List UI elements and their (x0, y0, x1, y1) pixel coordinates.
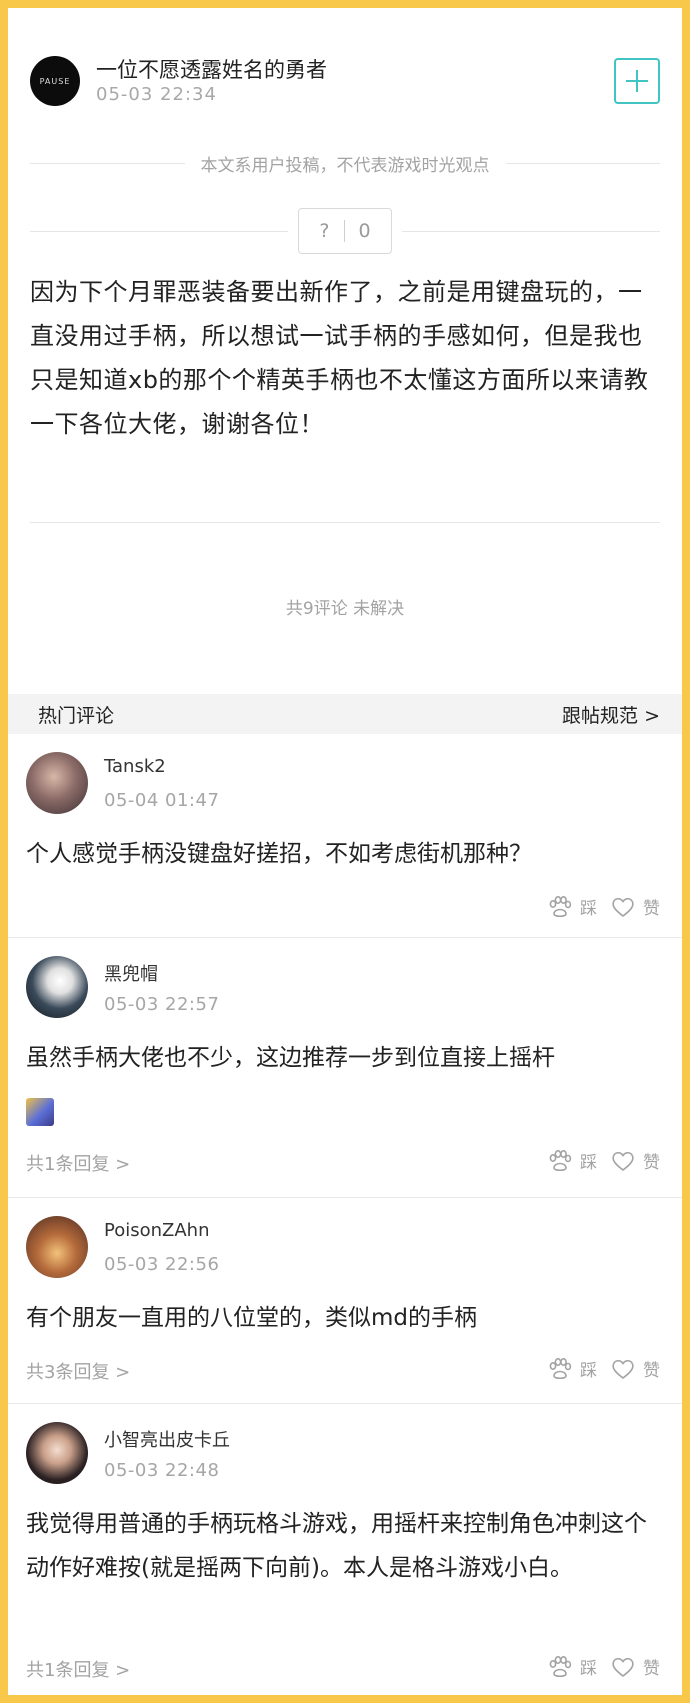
comment-time: 05-04 01:47 (104, 790, 220, 811)
like-label: 赞 (643, 899, 660, 919)
comment-item: 小智亮出皮卡丘 05-03 22:48 我觉得用普通的手柄玩格斗游戏，用摇杆来控… (8, 1404, 682, 1695)
commenter-name[interactable]: Tansk2 (104, 756, 166, 777)
paw-icon (549, 1357, 572, 1379)
replies-link[interactable]: 共1条回复 > (26, 1150, 130, 1176)
comment-footer: 共1条回复 > 踩 赞 (26, 1148, 660, 1178)
comment-time: 05-03 22:48 (104, 1460, 220, 1481)
heart-icon (612, 1151, 634, 1171)
comment-time: 05-03 22:57 (104, 994, 220, 1015)
comment-time: 05-03 22:56 (104, 1254, 220, 1275)
comment-actions: 踩 赞 (534, 1148, 660, 1173)
divider (30, 522, 660, 523)
tread-label: 踩 (580, 1659, 597, 1679)
paw-icon (549, 1149, 572, 1171)
tread-button[interactable]: 踩 (548, 1148, 597, 1173)
tread-label: 踩 (580, 1153, 597, 1173)
like-label: 赞 (643, 1659, 660, 1679)
heart-icon (612, 897, 634, 917)
post-header: PAUSE 一位不愿透露姓名的勇者 05-03 22:34 (30, 46, 660, 116)
vote-count: 0 (358, 220, 371, 242)
comment-actions: 踩 赞 (534, 1356, 660, 1381)
comment-text: 虽然手柄大佬也不少，这边推荐一步到位直接上摇杆 (26, 1045, 555, 1071)
posting-rules-link[interactable]: 跟帖规范 > (562, 701, 660, 728)
comment-text: 个人感觉手柄没键盘好搓招，不如考虑街机那种？ (26, 841, 532, 867)
commenter-avatar[interactable] (26, 1422, 88, 1484)
commenter-avatar[interactable] (26, 1216, 88, 1278)
author-name[interactable]: 一位不愿透露姓名的勇者 (96, 54, 327, 84)
follow-button[interactable] (614, 58, 660, 104)
like-button[interactable]: 赞 (611, 1356, 660, 1381)
disclaimer: 本文系用户投稿，不代表游戏时光观点 (30, 148, 660, 178)
like-button[interactable]: 赞 (611, 894, 660, 919)
commenter-name[interactable]: 小智亮出皮卡丘 (104, 1426, 230, 1452)
heart-icon (612, 1657, 634, 1677)
plus-icon (626, 70, 648, 92)
like-label: 赞 (643, 1153, 660, 1173)
tread-label: 踩 (580, 899, 597, 919)
replies-link[interactable]: 共1条回复 > (26, 1656, 130, 1682)
commenter-name[interactable]: 黑兜帽 (104, 960, 158, 986)
like-label: 赞 (643, 1361, 660, 1381)
tread-button[interactable]: 踩 (548, 894, 597, 919)
vote-separator (343, 220, 345, 242)
comment-summary: 共9评论 未解决 (285, 599, 405, 619)
replies-link[interactable]: 共3条回复 > (26, 1358, 130, 1384)
paw-icon (549, 895, 572, 917)
emoji-sticker (26, 1098, 54, 1126)
tread-label: 踩 (580, 1361, 597, 1381)
author-avatar[interactable]: PAUSE (30, 56, 80, 106)
heart-icon (612, 1359, 634, 1379)
comment-item: PoisonZAhn 05-03 22:56 有个朋友一直用的八位堂的，类似md… (8, 1198, 682, 1404)
tread-button[interactable]: 踩 (548, 1654, 597, 1679)
comment-text: 有个朋友一直用的八位堂的，类似md的手柄 (26, 1305, 478, 1331)
like-button[interactable]: 赞 (611, 1654, 660, 1679)
commenter-name[interactable]: PoisonZAhn (104, 1220, 210, 1241)
comment-item: 黑兜帽 05-03 22:57 虽然手柄大佬也不少，这边推荐一步到位直接上摇杆 … (8, 938, 682, 1198)
avatar-text: PAUSE (39, 76, 71, 86)
commenter-avatar[interactable] (26, 956, 88, 1018)
disclaimer-text: 本文系用户投稿，不代表游戏时光观点 (200, 155, 490, 176)
hot-comments-title: 热门评论 (38, 704, 115, 727)
hot-comments-bar: 热门评论 跟帖规范 > (8, 694, 682, 734)
app-frame: PAUSE 一位不愿透露姓名的勇者 05-03 22:34 本文系用户投稿，不代… (8, 8, 682, 1695)
comment-footer: 踩 赞 (26, 894, 660, 924)
like-button[interactable]: 赞 (611, 1148, 660, 1173)
vote-button[interactable]: ? 0 (298, 208, 392, 254)
vote-row: ? 0 (30, 208, 660, 254)
question-icon: ? (319, 220, 330, 242)
comment-actions: 踩 赞 (534, 1654, 660, 1679)
comment-footer: 共1条回复 > 踩 赞 (26, 1654, 660, 1684)
post-body: 因为下个月罪恶装备要出新作了，之前是用键盘玩的，一直没用过手柄，所以想试一试手柄… (30, 278, 649, 438)
post-time: 05-03 22:34 (96, 84, 217, 105)
comment-actions: 踩 赞 (534, 894, 660, 919)
paw-icon (549, 1655, 572, 1677)
tread-button[interactable]: 踩 (548, 1356, 597, 1381)
comment-footer: 共3条回复 > 踩 赞 (26, 1356, 660, 1386)
commenter-avatar[interactable] (26, 752, 88, 814)
comment-item: Tansk2 05-04 01:47 个人感觉手柄没键盘好搓招，不如考虑街机那种… (8, 734, 682, 938)
comment-text: 我觉得用普通的手柄玩格斗游戏，用摇杆来控制角色冲刺这个动作好难按(就是摇两下向前… (26, 1511, 647, 1581)
